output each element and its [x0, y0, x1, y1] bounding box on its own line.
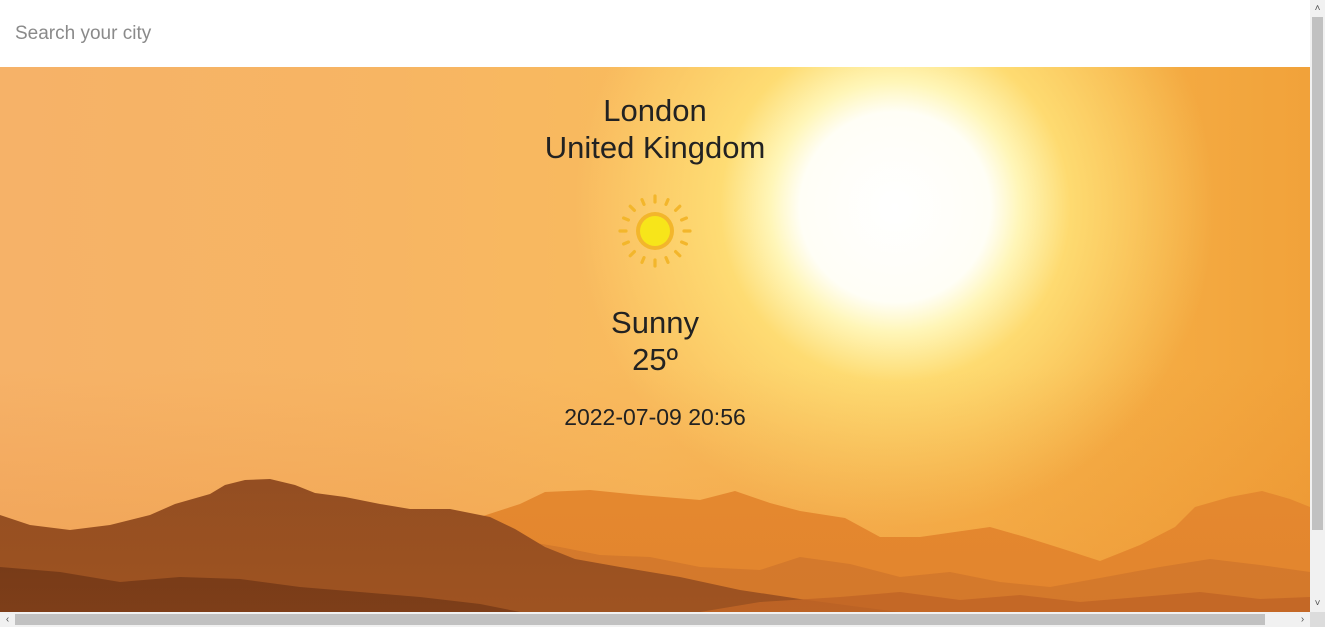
scrollbar-corner [1310, 612, 1325, 627]
search-bar [0, 0, 1310, 67]
city-name: London [603, 93, 707, 128]
vertical-scrollbar-thumb[interactable] [1312, 17, 1323, 530]
scroll-down-icon[interactable]: ˅ [1310, 595, 1325, 612]
horizontal-scrollbar-thumb[interactable] [15, 614, 1265, 625]
sun-icon [615, 191, 695, 271]
local-datetime: 2022-07-09 20:56 [564, 404, 746, 430]
scroll-right-icon[interactable]: › [1295, 612, 1310, 627]
weather-condition: Sunny [611, 305, 699, 340]
weather-app: London United Kingdom [0, 0, 1325, 627]
scroll-up-icon[interactable]: ˄ [1310, 0, 1325, 17]
temperature: 25º [632, 342, 678, 377]
search-input[interactable] [0, 0, 1310, 67]
scroll-left-icon[interactable]: ‹ [0, 612, 15, 627]
country-name: United Kingdom [544, 130, 766, 165]
